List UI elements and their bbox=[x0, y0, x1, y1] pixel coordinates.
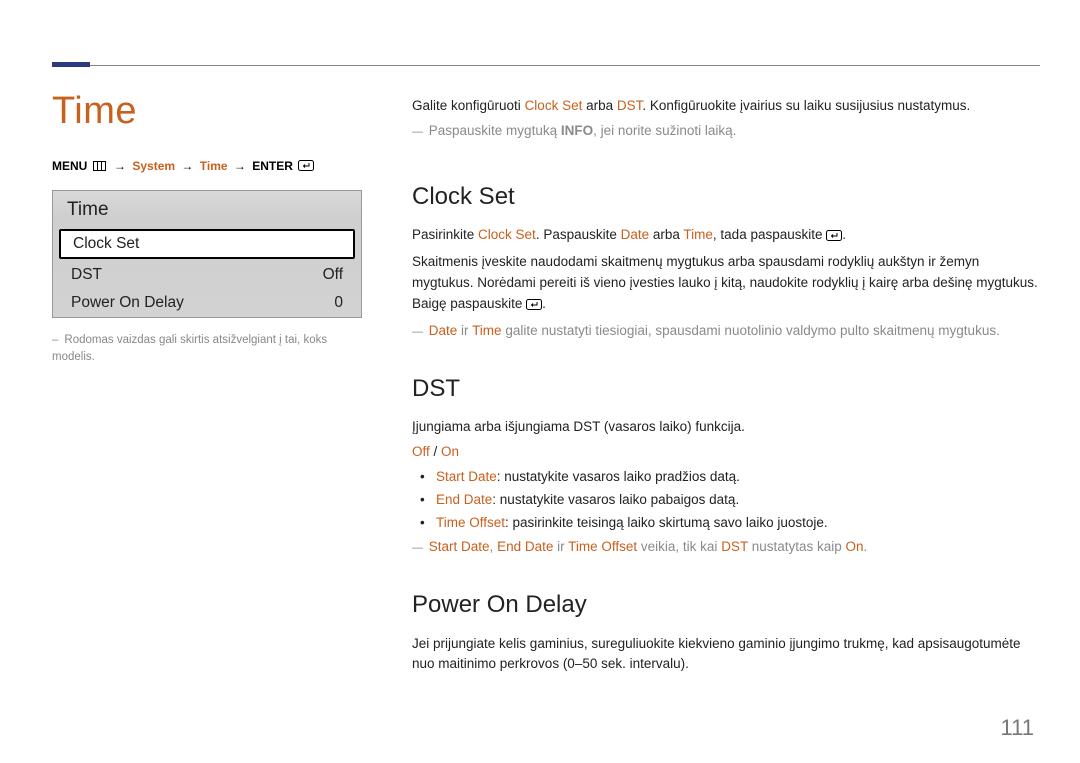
dst-intro: Įjungiama arba išjungiama DST (vasaros l… bbox=[412, 417, 1040, 438]
text: , bbox=[490, 539, 498, 554]
intro-note: Paspauskite mygtuką INFO, jei norite suž… bbox=[412, 121, 1040, 142]
text: Pasirinkite bbox=[412, 227, 478, 242]
osd-row-clockset: Clock Set bbox=[59, 229, 355, 259]
date-term: Date bbox=[429, 323, 458, 338]
text: . bbox=[864, 539, 868, 554]
text: : nustatykite vasaros laiko pradžios dat… bbox=[497, 469, 740, 484]
osd-row-label: Clock Set bbox=[73, 235, 139, 253]
start-date-term: Start Date bbox=[436, 469, 497, 484]
dst-note: Start Date, End Date ir Time Offset veik… bbox=[412, 537, 1040, 558]
text: : nustatykite vasaros laiko pabaigos dat… bbox=[492, 492, 739, 507]
time-offset-term: Time Offset bbox=[436, 515, 505, 530]
osd-row-value: 0 bbox=[334, 294, 343, 312]
end-date-term: End Date bbox=[497, 539, 553, 554]
intro-paragraph: Galite konfigūruoti Clock Set arba DST. … bbox=[412, 96, 1040, 117]
menu-icon bbox=[93, 160, 106, 174]
clockset-p2: Skaitmenis įveskite naudodami skaitmenų … bbox=[412, 252, 1040, 317]
osd-row-power-on-delay: Power On Delay 0 bbox=[53, 289, 361, 317]
enter-icon bbox=[298, 160, 314, 174]
header-rule bbox=[52, 65, 1040, 66]
header-accent bbox=[52, 62, 90, 67]
clockset-note: Date ir Time galite nustatyti tiesiogiai… bbox=[412, 321, 1040, 342]
panel-caption: Rodomas vaizdas gali skirtis atsižvelgia… bbox=[52, 332, 372, 367]
text: . Konfigūruokite įvairius su laiku susij… bbox=[642, 98, 970, 113]
osd-row-label: Power On Delay bbox=[71, 294, 184, 312]
power-on-delay-text: Jei prijungiate kelis gaminius, sureguli… bbox=[412, 634, 1040, 676]
text: galite nustatyti tiesiogiai, spausdami n… bbox=[502, 323, 1000, 338]
right-column: Galite konfigūruoti Clock Set arba DST. … bbox=[412, 90, 1040, 679]
enter-icon bbox=[526, 296, 542, 317]
page-number: 111 bbox=[1001, 715, 1034, 741]
osd-row-label: DST bbox=[71, 266, 102, 284]
breadcrumb-menu: MENU bbox=[52, 159, 87, 173]
osd-row-dst: DST Off bbox=[53, 261, 361, 289]
bullet-end-date: End Date: nustatykite vasaros laiko paba… bbox=[436, 490, 1040, 511]
text: arba bbox=[649, 227, 683, 242]
text: . Paspauskite bbox=[536, 227, 621, 242]
text: arba bbox=[582, 98, 617, 113]
dst-options: Off / On bbox=[412, 442, 1040, 463]
on-term: On bbox=[441, 444, 459, 459]
dst-term: DST bbox=[617, 98, 643, 113]
breadcrumb-enter: ENTER bbox=[252, 159, 293, 173]
text: / bbox=[430, 444, 441, 459]
bullet-start-date: Start Date: nustatykite vasaros laiko pr… bbox=[436, 467, 1040, 488]
section-heading-power-on-delay: Power On Delay bbox=[412, 586, 1040, 623]
dst-term: DST bbox=[721, 539, 748, 554]
clockset-term: Clock Set bbox=[525, 98, 583, 113]
text: ir bbox=[553, 539, 568, 554]
start-date-term: Start Date bbox=[429, 539, 490, 554]
text: Paspauskite mygtuką bbox=[429, 123, 561, 138]
text: Skaitmenis įveskite naudodami skaitmenų … bbox=[412, 254, 1038, 311]
text: ir bbox=[457, 323, 472, 338]
page-title: Time bbox=[52, 90, 382, 133]
time-offset-term: Time Offset bbox=[568, 539, 637, 554]
text: : pasirinkite teisingą laiko skirtumą sa… bbox=[505, 515, 828, 530]
section-heading-clockset: Clock Set bbox=[412, 178, 1040, 215]
info-key: INFO bbox=[561, 123, 593, 138]
clockset-term: Clock Set bbox=[478, 227, 536, 242]
text: nustatytas kaip bbox=[748, 539, 846, 554]
osd-menu-title: Time bbox=[53, 191, 361, 227]
osd-menu-panel: Time Clock Set DST Off Power On Delay 0 bbox=[52, 190, 362, 318]
text: , jei norite sužinoti laiką. bbox=[593, 123, 736, 138]
arrow-icon: → bbox=[231, 159, 249, 173]
text: veikia, tik kai bbox=[637, 539, 721, 554]
date-term: Date bbox=[621, 227, 650, 242]
breadcrumb-time: Time bbox=[200, 159, 228, 173]
dst-bullets: Start Date: nustatykite vasaros laiko pr… bbox=[412, 467, 1040, 534]
clockset-p1: Pasirinkite Clock Set. Paspauskite Date … bbox=[412, 225, 1040, 248]
on-term: On bbox=[846, 539, 864, 554]
text: , tada paspauskite bbox=[713, 227, 826, 242]
time-term: Time bbox=[472, 323, 502, 338]
off-term: Off bbox=[412, 444, 430, 459]
arrow-icon: → bbox=[111, 159, 129, 173]
arrow-icon: → bbox=[178, 159, 196, 173]
breadcrumb: MENU → System → Time → ENTER bbox=[52, 159, 382, 174]
enter-icon bbox=[826, 227, 842, 248]
end-date-term: End Date bbox=[436, 492, 492, 507]
time-term: Time bbox=[683, 227, 713, 242]
text: Galite konfigūruoti bbox=[412, 98, 525, 113]
breadcrumb-system: System bbox=[132, 159, 175, 173]
left-column: Time MENU → System → Time → ENTER Time C… bbox=[52, 90, 412, 679]
section-heading-dst: DST bbox=[412, 370, 1040, 407]
bullet-time-offset: Time Offset: pasirinkite teisingą laiko … bbox=[436, 513, 1040, 534]
osd-row-value: Off bbox=[323, 266, 343, 284]
page-content: Time MENU → System → Time → ENTER Time C… bbox=[52, 90, 1040, 679]
